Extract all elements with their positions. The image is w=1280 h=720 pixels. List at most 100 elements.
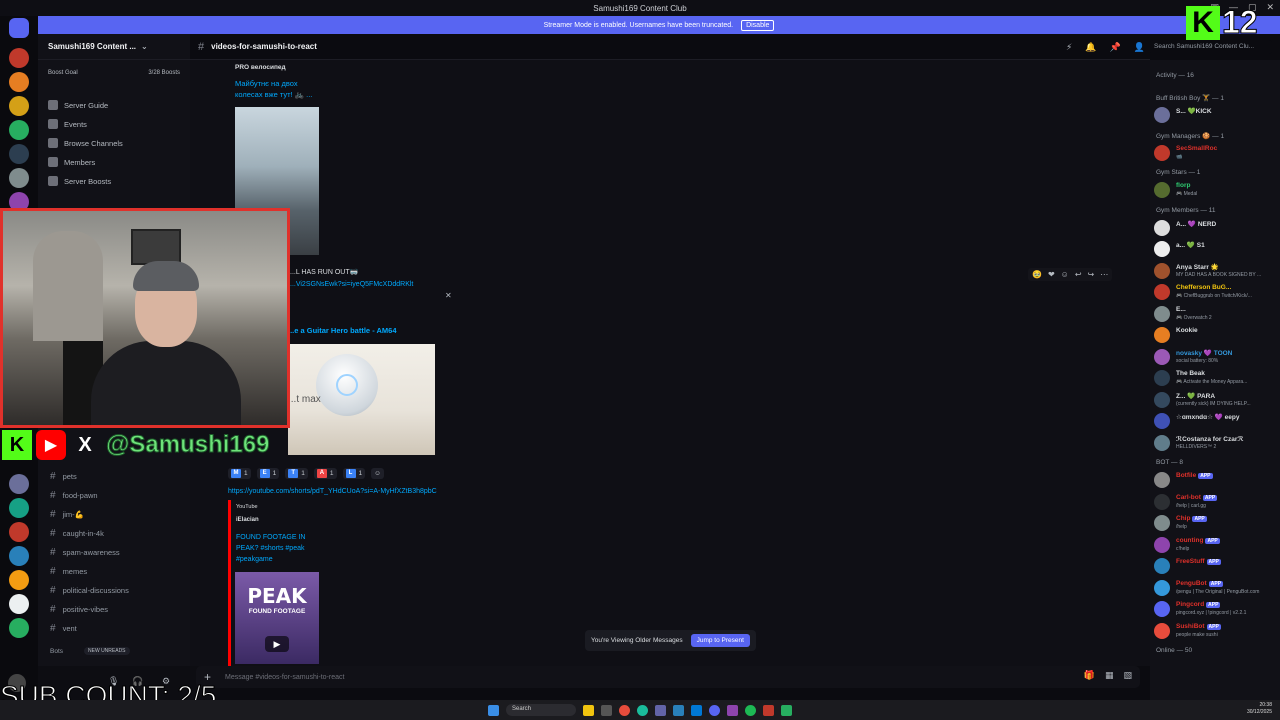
- server-icon[interactable]: [9, 498, 29, 518]
- channel-memes[interactable]: # memes: [50, 566, 87, 577]
- taskbar-search[interactable]: Search: [506, 704, 576, 716]
- member-item[interactable]: Chip APP/help: [1154, 513, 1278, 533]
- system-clock[interactable]: 20:38 30/12/2025: [1247, 702, 1272, 716]
- reaction-chip[interactable]: M1: [228, 468, 251, 479]
- member-item[interactable]: ☆ɑmxndɑ☆ 💜 eepy: [1154, 411, 1278, 431]
- disable-streamer-mode-button[interactable]: Disable: [741, 19, 775, 31]
- server-icon[interactable]: [9, 144, 29, 164]
- discord-home-icon[interactable]: [9, 18, 29, 38]
- pin-icon[interactable]: 📌: [1110, 42, 1121, 53]
- gif-icon[interactable]: ▦: [1105, 670, 1114, 681]
- member-item[interactable]: S... 💚KICK: [1154, 105, 1278, 125]
- server-icon[interactable]: [9, 72, 29, 92]
- menu-events[interactable]: Events: [48, 119, 87, 129]
- reply-icon[interactable]: ↩: [1075, 270, 1082, 279]
- member-item[interactable]: SecSmallRoc 📹: [1154, 143, 1278, 163]
- server-icon[interactable]: [9, 546, 29, 566]
- menu-browse-channels[interactable]: Browse Channels: [48, 138, 123, 148]
- member-item[interactable]: Chefferson BuG... 🎮 ChefBuggrub on Twitch…: [1154, 282, 1278, 302]
- add-reaction-icon[interactable]: ☺: [1061, 270, 1069, 279]
- server-icon[interactable]: [9, 168, 29, 188]
- server-icon[interactable]: [9, 618, 29, 638]
- sticker-icon[interactable]: ▧: [1123, 670, 1132, 681]
- server-icon[interactable]: [9, 48, 29, 68]
- member-item[interactable]: FreeStuff APP: [1154, 556, 1278, 576]
- member-item[interactable]: The Beak 🎮 Activate the Money Appara...: [1154, 368, 1278, 388]
- reaction-chip[interactable]: E1: [256, 468, 280, 479]
- member-item[interactable]: Anya Starr 🌟 MY DAD HAS A BOOK SIGNED BY …: [1154, 261, 1278, 281]
- windows-start-icon[interactable]: [488, 704, 499, 716]
- message-link[interactable]: ...Vi2SGNsEwk?si=iyeQ5FMcXDddRKlt: [290, 281, 413, 288]
- taskbar-app-icon[interactable]: [763, 704, 774, 716]
- embed-title-link[interactable]: Майбутнє на двох колесах вже тут! 🚲 ...: [235, 78, 325, 100]
- member-item[interactable]: novasky 💜 TOON social battery: 80%: [1154, 347, 1278, 367]
- member-item[interactable]: ℛCostanza for Czarℛ HELLDIVERS™ 2: [1154, 433, 1278, 453]
- message-input[interactable]: Message #videos-for-samushi-to-react: [225, 674, 344, 681]
- channel-pets[interactable]: # pets: [50, 471, 77, 482]
- threads-icon[interactable]: ⚡: [1066, 42, 1072, 53]
- embed-title-link[interactable]: FOUND FOOTAGE IN PEAK? #shorts #peak #pe…: [236, 532, 324, 565]
- menu-members[interactable]: Members: [48, 157, 95, 167]
- search-input[interactable]: Search Samushi169 Content Clu...: [1150, 40, 1272, 54]
- notification-bell-icon[interactable]: 🔔: [1085, 42, 1096, 53]
- message-link[interactable]: https://youtube.com/shorts/pdT_YHdCUoA?s…: [228, 488, 437, 495]
- server-icon[interactable]: [9, 570, 29, 590]
- taskbar-app-icon[interactable]: [601, 704, 612, 716]
- reaction-chip[interactable]: T1: [285, 468, 308, 479]
- server-header[interactable]: Samushi169 Content ... ⌄: [38, 34, 190, 60]
- more-options-icon[interactable]: ⋯: [1100, 270, 1108, 279]
- reaction-chip[interactable]: L1: [342, 468, 366, 479]
- channel-positive-vibes[interactable]: # positive-vibes: [50, 604, 108, 615]
- spotify-icon[interactable]: [745, 704, 756, 716]
- close-icon[interactable]: ✕: [1266, 2, 1274, 13]
- taskbar-app-icon[interactable]: [691, 704, 702, 716]
- play-icon[interactable]: ▶: [265, 636, 289, 652]
- reaction-icon[interactable]: 🥹: [1032, 270, 1042, 279]
- taskbar-app-icon[interactable]: [727, 704, 738, 716]
- server-icon[interactable]: [9, 594, 29, 614]
- embed-image[interactable]: ...t max: [288, 344, 435, 455]
- channel-political-discussions[interactable]: # political-discussions: [50, 585, 129, 596]
- server-icon[interactable]: [9, 474, 29, 494]
- member-item[interactable]: florp 🎮 Medal: [1154, 180, 1278, 200]
- channel-vent[interactable]: # vent: [50, 623, 77, 634]
- channel-spam-awareness[interactable]: # spam-awareness: [50, 547, 120, 558]
- server-icon[interactable]: [9, 522, 29, 542]
- store-icon[interactable]: [673, 704, 684, 716]
- member-item[interactable]: counting APP c!help: [1154, 535, 1278, 555]
- jump-to-present-button[interactable]: Jump to Present: [690, 634, 750, 647]
- gift-icon[interactable]: 🎁: [1084, 670, 1095, 681]
- file-explorer-icon[interactable]: [583, 704, 594, 716]
- channel-food-pawn[interactable]: # food-pawn: [50, 490, 98, 501]
- taskbar-app-icon[interactable]: [781, 704, 792, 716]
- member-item[interactable]: Kookie: [1154, 325, 1278, 345]
- menu-server-guide[interactable]: Server Guide: [48, 100, 108, 110]
- server-icon[interactable]: [9, 96, 29, 116]
- category-bots[interactable]: Bots NEW UNREADS: [50, 647, 130, 655]
- remove-embed-icon[interactable]: ✕: [445, 291, 452, 300]
- member-item[interactable]: Botfile APP: [1154, 470, 1278, 490]
- add-reaction-icon[interactable]: ☺: [371, 468, 384, 479]
- teams-icon[interactable]: [655, 704, 666, 716]
- server-icon[interactable]: [9, 120, 29, 140]
- member-item[interactable]: E... 🎮 Overwatch 2: [1154, 304, 1278, 324]
- chrome-icon[interactable]: [619, 704, 630, 716]
- embed-title-link[interactable]: ...e a Guitar Hero battle - AM64: [288, 326, 397, 335]
- reaction-chip[interactable]: A1: [313, 468, 337, 479]
- video-thumbnail[interactable]: PEAK FOUND FOOTAGE ▶: [235, 572, 319, 664]
- message-list[interactable]: PRO велосипед Майбутнє на двох колесах в…: [190, 60, 1150, 666]
- member-item[interactable]: SushiBot APP people make sushi: [1154, 621, 1278, 641]
- member-item[interactable]: A... 💜 NERD: [1154, 218, 1278, 238]
- discord-taskbar-icon[interactable]: [709, 704, 720, 716]
- boost-goal[interactable]: Boost Goal 3/28 Boosts: [48, 70, 180, 76]
- member-item[interactable]: a... 💚 S1: [1154, 239, 1278, 259]
- reaction-icon[interactable]: ❤: [1048, 270, 1055, 279]
- message-composer[interactable]: + Message #videos-for-samushi-to-react 🎁…: [196, 666, 1140, 688]
- edge-icon[interactable]: [637, 704, 648, 716]
- forward-icon[interactable]: ↪: [1088, 270, 1095, 279]
- member-item[interactable]: Pingcord APP pingcord.xyz | !pingcord | v2…: [1154, 599, 1278, 619]
- member-item[interactable]: PenguBot APP/pengu | The Original | Pengu…: [1154, 578, 1278, 598]
- channel-caught-in-4k[interactable]: # caught-in-4k: [50, 528, 104, 539]
- member-list-icon[interactable]: 👤: [1134, 42, 1145, 53]
- menu-server-boosts[interactable]: Server Boosts: [48, 176, 111, 186]
